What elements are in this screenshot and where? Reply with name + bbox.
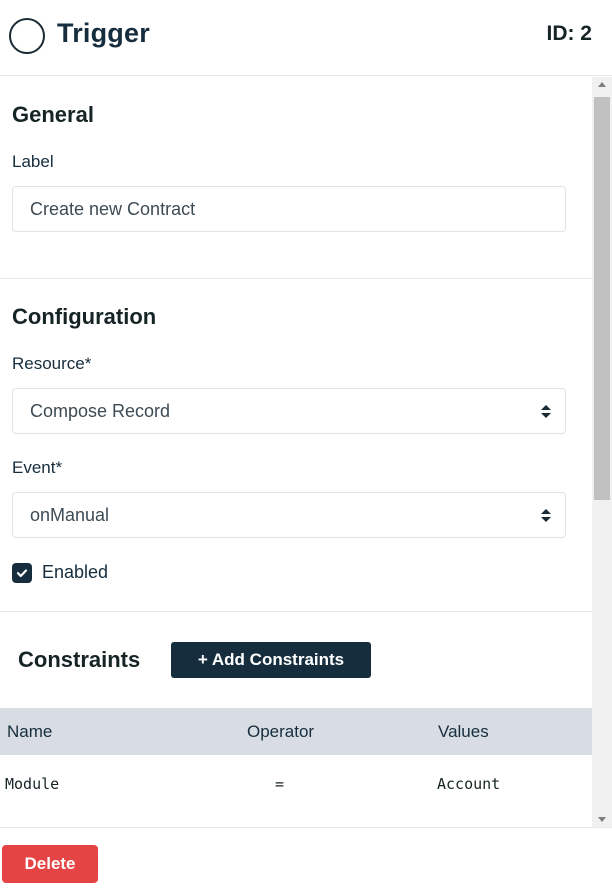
row-name-cell: Module: [5, 775, 60, 793]
resource-label: Resource*: [12, 354, 92, 373]
event-select-value: onManual: [30, 505, 110, 525]
row-values-cell: Account: [437, 775, 501, 793]
constraints-table-header: Name Operator Values: [0, 708, 592, 755]
vertical-scrollbar[interactable]: [592, 77, 612, 827]
checkmark-icon: [16, 569, 28, 578]
enabled-label: Enabled: [42, 562, 109, 582]
enabled-checkbox[interactable]: [12, 563, 32, 583]
panel-footer: Delete: [0, 827, 612, 890]
column-header-operator: Operator: [247, 722, 315, 741]
panel-title: Trigger: [57, 18, 150, 48]
scrollbar-thumb[interactable]: [594, 97, 610, 500]
general-heading: General: [12, 102, 94, 127]
event-label: Event*: [12, 458, 63, 477]
label-field-label: Label: [12, 152, 54, 171]
panel-content: General Label Create new Contract Config…: [0, 77, 592, 827]
select-arrows-icon: [541, 405, 551, 419]
scroll-up-icon[interactable]: [598, 82, 606, 87]
configuration-heading: Configuration: [12, 304, 157, 329]
resource-select-value: Compose Record: [30, 401, 171, 421]
add-constraints-button[interactable]: + Add Constraints: [171, 642, 371, 678]
delete-button[interactable]: Delete: [2, 845, 98, 883]
select-arrows-icon: [541, 509, 551, 523]
constraints-heading: Constraints: [18, 647, 141, 672]
trigger-circle-icon: [9, 18, 45, 54]
label-input[interactable]: Create new Contract: [12, 186, 566, 232]
general-section: General Label Create new Contract: [0, 77, 592, 279]
event-select[interactable]: onManual: [12, 492, 566, 538]
column-header-name: Name: [7, 722, 53, 741]
scroll-down-icon[interactable]: [598, 817, 606, 822]
column-header-values: Values: [438, 722, 489, 741]
resource-select[interactable]: Compose Record: [12, 388, 566, 434]
row-operator-cell: =: [275, 775, 285, 793]
panel-header: Trigger ID: 2: [0, 0, 612, 76]
trigger-id: ID: 2: [546, 22, 592, 45]
